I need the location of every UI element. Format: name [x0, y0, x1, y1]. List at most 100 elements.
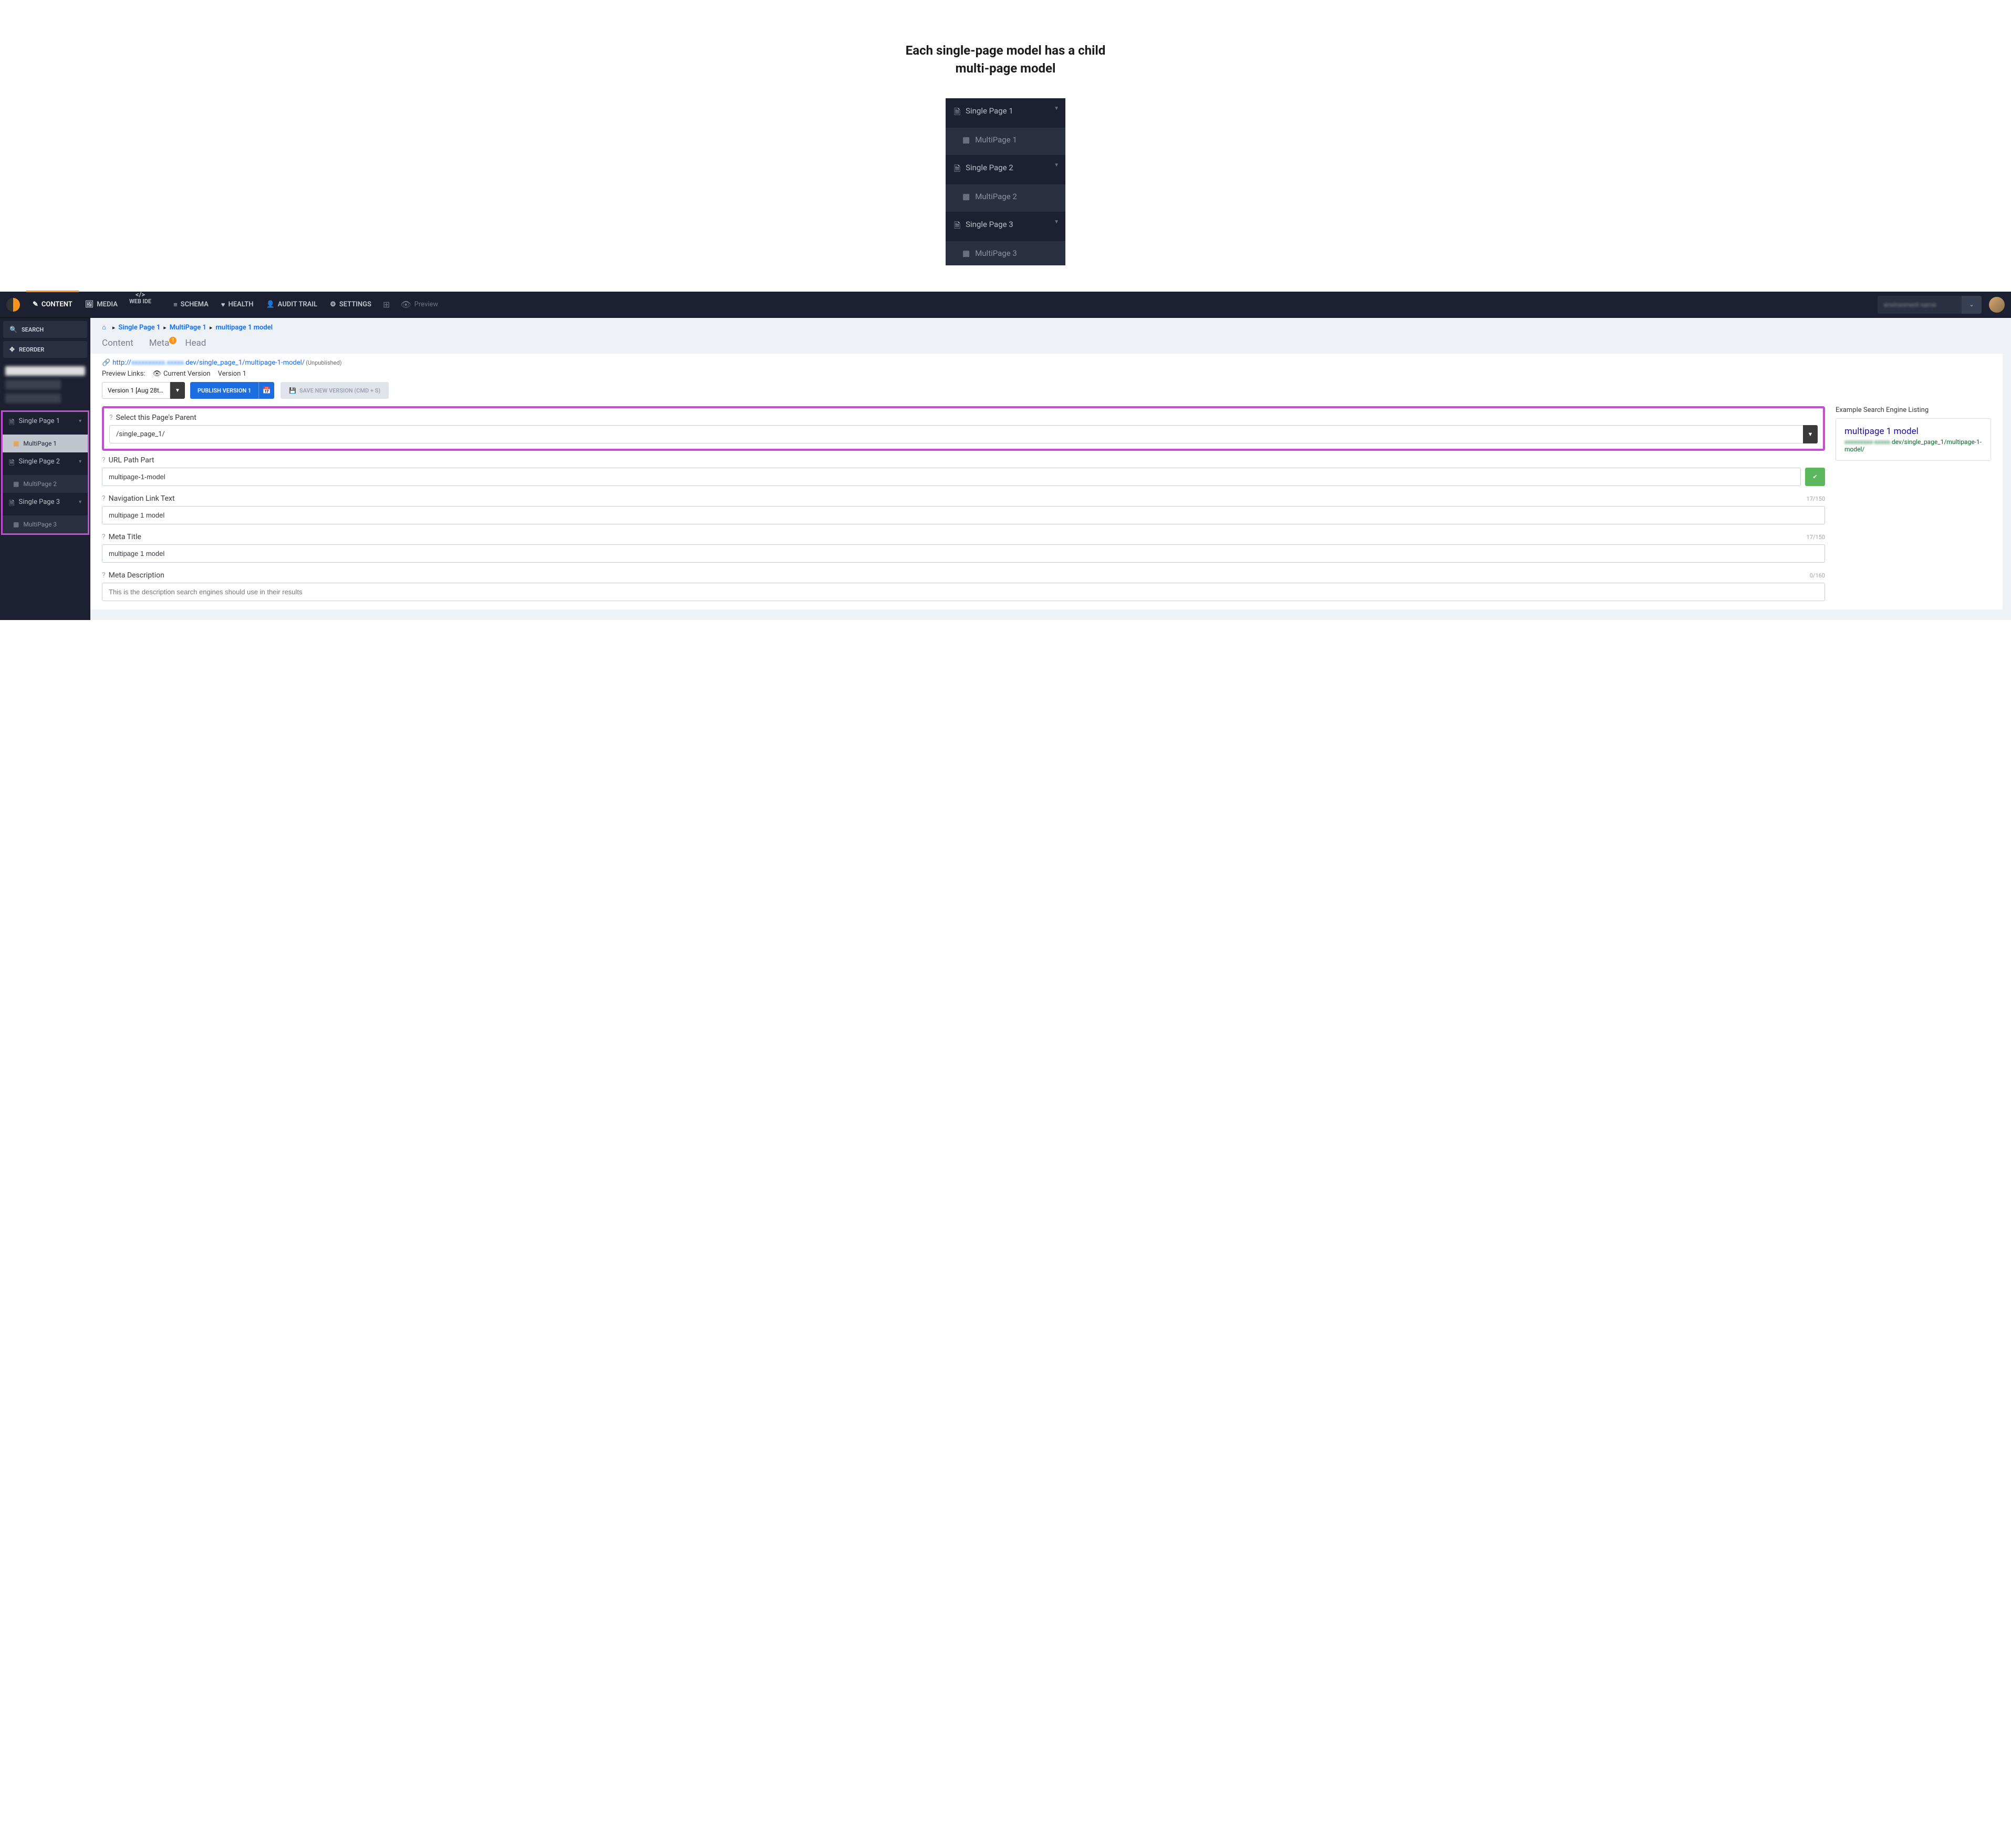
grid-icon: ▦: [962, 249, 970, 258]
nav-label: HEALTH: [229, 301, 254, 308]
nav-preview[interactable]: 👁 Preview: [395, 292, 443, 318]
schedule-publish-button[interactable]: 📅: [258, 382, 274, 399]
tree-child-label: MultiPage 2: [975, 192, 1017, 201]
images-icon: 🖼: [85, 301, 94, 308]
sidebar-item-single-page-1[interactable]: 🗎 Single Page 1 ▼: [3, 412, 88, 435]
sidebar-reorder-label: REORDER: [19, 346, 44, 353]
file-icon: 🗎: [954, 107, 960, 120]
preview-current[interactable]: 👁Current Version: [152, 370, 210, 378]
blurred-row: [5, 394, 61, 403]
preview-version1[interactable]: Version 1: [218, 370, 246, 378]
tree-child-1[interactable]: ▦ MultiPage 1: [946, 127, 1065, 152]
sidebar: 🔍 SEARCH ✥ REORDER 🗎 Single Page 1 ▼: [0, 318, 90, 620]
tree-parent-2[interactable]: 🗎 Single Page 2 ▼: [946, 155, 1065, 184]
page-url[interactable]: 🔗 http:// xxxxxxxxxx.xxxxx. dev/single_p…: [90, 354, 2003, 370]
breadcrumb-current: multipage 1 model: [215, 324, 273, 332]
avatar[interactable]: [1989, 297, 2005, 313]
sidebar-item-single-page-3[interactable]: 🗎 Single Page 3 ▼: [3, 493, 88, 515]
nav-sitemap[interactable]: ⊞: [378, 292, 395, 318]
user-icon: 👤: [266, 301, 274, 308]
grid-icon: ▦: [13, 440, 19, 447]
caret-down-icon[interactable]: ▼: [1803, 425, 1818, 443]
environment-selector[interactable]: environment name ⌄: [1878, 296, 1982, 314]
field-label-text: Select this Page's Parent: [116, 414, 196, 422]
tree-parent-1[interactable]: 🗎 Single Page 1 ▼: [946, 98, 1065, 127]
breadcrumb-sep: ▸: [112, 324, 116, 331]
version-selector[interactable]: Version 1 [Aug 28th 2... ▼: [102, 382, 185, 399]
file-icon: 🗎: [9, 499, 14, 510]
sidebar-reorder[interactable]: ✥ REORDER: [3, 341, 87, 358]
sidebar-item-multipage-3[interactable]: ▦ MultiPage 3: [3, 515, 88, 533]
sidebar-item-multipage-1[interactable]: ▦ MultiPage 1: [3, 435, 88, 452]
tab-label: Meta: [149, 338, 170, 348]
sidebar-item-multipage-2[interactable]: ▦ MultiPage 2: [3, 475, 88, 493]
sidebar-item-label: MultiPage 1: [23, 440, 57, 447]
caret-down-icon[interactable]: ▼: [170, 382, 185, 399]
nav-settings[interactable]: ⚙ SETTINGS: [324, 292, 378, 318]
edit-icon: ✎: [33, 301, 38, 308]
eye-icon: 👁: [400, 300, 411, 309]
help-icon[interactable]: ?: [102, 571, 106, 580]
tree-child-2[interactable]: ▦ MultiPage 2: [946, 184, 1065, 209]
tree-child-3[interactable]: ▦ MultiPage 3: [946, 241, 1065, 265]
breadcrumb-link[interactable]: MultiPage 1: [170, 324, 206, 332]
publish-button[interactable]: PUBLISH VERSION 1: [190, 382, 258, 399]
help-icon[interactable]: ?: [102, 456, 106, 464]
version-selector-text: Version 1 [Aug 28th 2...: [102, 382, 170, 399]
chevron-down-icon[interactable]: ⌄: [1962, 296, 1982, 314]
char-count: 0/160: [1810, 572, 1825, 579]
file-icon: 🗎: [9, 458, 14, 470]
sidebar-search[interactable]: 🔍 SEARCH: [3, 321, 87, 338]
parent-page-select[interactable]: /single_page_1/: [109, 425, 1804, 443]
url-path-valid-icon: ✔: [1805, 468, 1825, 486]
field-meta-description: ? Meta Description 0/160: [102, 571, 1825, 601]
field-nav-text: ? Navigation Link Text 17/150: [102, 494, 1825, 524]
nav-health[interactable]: ♥ HEALTH: [215, 292, 260, 318]
tab-meta[interactable]: Meta !: [149, 335, 170, 354]
tabs: Content Meta ! Head: [90, 332, 2011, 354]
serp-url: xxxxxxxxx-xxxxx.dev/single_page_1/multip…: [1844, 438, 1982, 453]
help-icon[interactable]: ?: [102, 494, 106, 503]
sidebar-item-single-page-2[interactable]: 🗎 Single Page 2 ▼: [3, 452, 88, 475]
search-icon: 🔍: [9, 326, 17, 333]
meta-description-input[interactable]: [102, 583, 1825, 601]
nav-webide[interactable]: </> WEB IDE: [124, 292, 157, 318]
blurred-row: [5, 366, 85, 376]
caret-down-icon: ▼: [1054, 219, 1059, 225]
sitemap-icon: ⊞: [383, 300, 390, 309]
nav-media[interactable]: 🖼 MEDIA: [79, 292, 124, 318]
save-button[interactable]: 💾 SAVE NEW VERSION (CMD + S): [281, 382, 389, 399]
tab-content[interactable]: Content: [102, 335, 133, 354]
url-path-input[interactable]: [102, 468, 1801, 486]
char-count: 17/150: [1807, 495, 1825, 502]
nav-content[interactable]: ✎ CONTENT: [26, 291, 79, 317]
grid-icon: ▦: [962, 192, 970, 201]
intro-heading: Each single-page model has a child multi…: [900, 42, 1111, 77]
reorder-icon: ✥: [9, 346, 15, 353]
nav-audit[interactable]: 👤 AUDIT TRAIL: [260, 292, 324, 318]
grid-icon: ▦: [962, 135, 970, 144]
topbar: ✎ CONTENT 🖼 MEDIA </> WEB IDE ≡ SCHEMA ♥…: [0, 292, 2011, 318]
serp-title: multipage 1 model: [1844, 426, 1982, 437]
nav-text-input[interactable]: [102, 506, 1825, 524]
file-icon: 🗎: [954, 163, 960, 177]
meta-title-input[interactable]: [102, 544, 1825, 563]
help-icon[interactable]: ?: [102, 533, 106, 541]
url-host-blurred: xxxxxxxxxx.xxxxx.: [131, 359, 186, 367]
tab-head[interactable]: Head: [185, 335, 206, 354]
caret-down-icon: ▼: [78, 418, 82, 424]
breadcrumb-sep: ▸: [210, 324, 213, 331]
field-meta-title: ? Meta Title 17/150: [102, 533, 1825, 563]
blurred-row: [5, 380, 61, 389]
nav-label: MEDIA: [97, 301, 118, 308]
help-icon[interactable]: ?: [109, 414, 113, 422]
nav-schema[interactable]: ≡ SCHEMA: [167, 292, 215, 318]
url-path: dev/single_page_1/multipage-1-model/: [185, 359, 305, 367]
tree-parent-label: Single Page 3: [966, 219, 1013, 230]
breadcrumb: ⌂ ▸ Single Page 1 ▸ MultiPage 1 ▸ multip…: [90, 318, 2011, 332]
tree-parent-3[interactable]: 🗎 Single Page 3 ▼: [946, 212, 1065, 241]
field-label-text: URL Path Part: [109, 456, 154, 464]
breadcrumb-link[interactable]: Single Page 1: [118, 324, 160, 332]
dashboard-icon[interactable]: ⌂: [102, 323, 106, 332]
logo[interactable]: [6, 298, 20, 312]
